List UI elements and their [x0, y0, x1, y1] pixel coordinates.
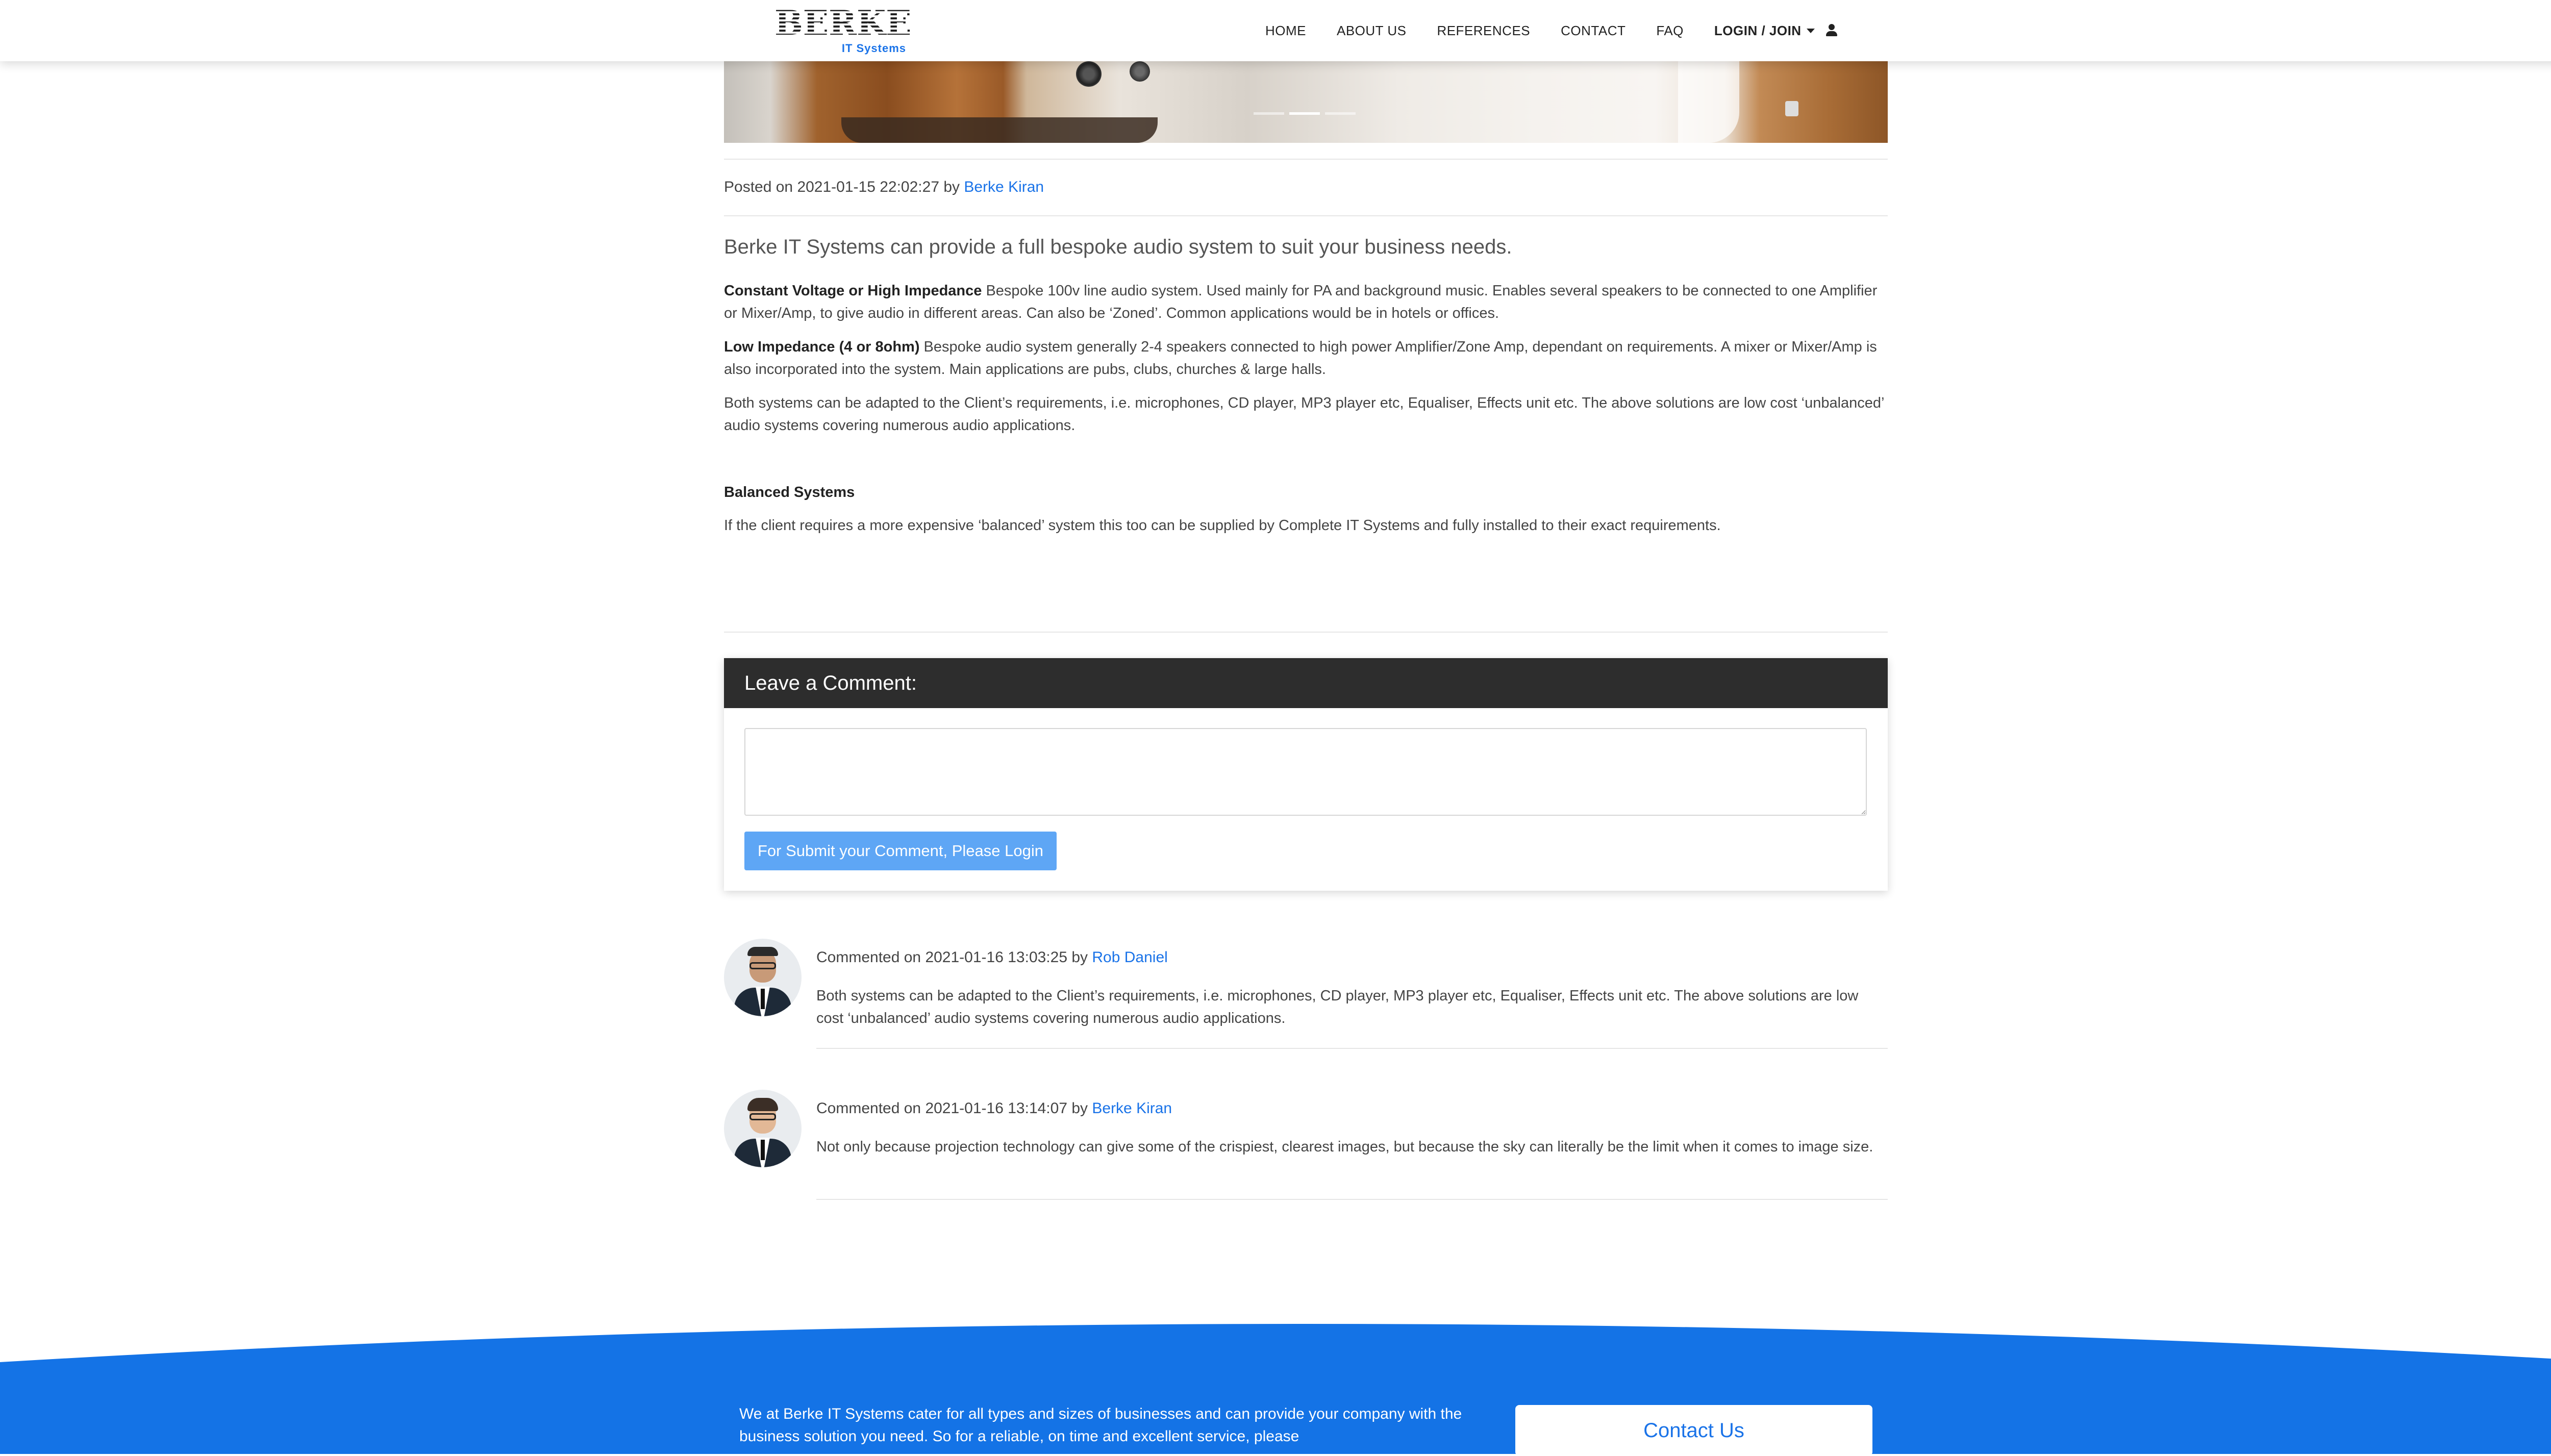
- post-banner-image: [724, 61, 1888, 143]
- banner-detail: [1785, 101, 1798, 116]
- carousel-indicator-1[interactable]: [1254, 112, 1284, 115]
- nav-about-us[interactable]: ABOUT US: [1337, 23, 1406, 39]
- logo-wordmark: BERKE: [774, 3, 912, 43]
- site-header: BERKE IT Systems HOME ABOUT US REFERENCE…: [0, 0, 2551, 61]
- post-author-link[interactable]: Berke Kiran: [964, 179, 1044, 195]
- logo-text: BERKE: [774, 3, 912, 43]
- comment-form-card: Leave a Comment: For Submit your Comment…: [724, 658, 1888, 891]
- caret-down-icon: [1806, 28, 1815, 33]
- comment-date: Commented on 2021-01-16 13:14:07 by: [816, 1100, 1088, 1117]
- contact-us-button[interactable]: Contact Us: [1515, 1405, 1872, 1456]
- carousel-indicator-3[interactable]: [1325, 112, 1356, 115]
- avatar: [724, 939, 802, 1016]
- speaker-base: [841, 117, 1158, 143]
- comment-text: Both systems can be adapted to the Clien…: [816, 988, 1859, 1026]
- paragraph-both-systems: Both systems can be adapted to the Clien…: [724, 395, 1884, 434]
- banner-highlight: [1678, 61, 1739, 143]
- comment-author-link[interactable]: Berke Kiran: [1092, 1100, 1172, 1117]
- heading-balanced-systems: Balanced Systems: [724, 481, 1888, 504]
- paragraph-constant-voltage: Constant Voltage or High Impedance Bespo…: [724, 280, 1888, 324]
- main-nav: HOME ABOUT US REFERENCES CONTACT FAQ LOG…: [1265, 0, 1838, 61]
- divider: [724, 632, 1888, 633]
- carousel-indicators: [1254, 112, 1356, 115]
- login-join-dropdown[interactable]: LOGIN / JOIN: [1714, 23, 1838, 39]
- comment-form-title: Leave a Comment:: [724, 658, 1888, 708]
- carousel-indicator-2[interactable]: [1289, 112, 1320, 115]
- speaker-knob: [1076, 61, 1102, 87]
- nav-faq[interactable]: FAQ: [1656, 23, 1684, 39]
- logo[interactable]: BERKE IT Systems: [774, 3, 912, 55]
- comment-item: Commented on 2021-01-16 13:14:07 by Berk…: [724, 1090, 1888, 1202]
- post-meta: Posted on 2021-01-15 22:02:27 by Berke K…: [724, 179, 1044, 196]
- paragraph-title: Balanced Systems: [724, 484, 855, 500]
- logo-subtitle: IT Systems: [841, 42, 906, 55]
- divider: [816, 1048, 1888, 1049]
- login-join-label: LOGIN / JOIN: [1714, 22, 1802, 38]
- submit-comment-button[interactable]: For Submit your Comment, Please Login: [744, 832, 1057, 870]
- paragraph-balanced-systems: If the client requires a more expensive …: [724, 517, 1721, 534]
- user-icon: [1825, 24, 1838, 37]
- paragraph-title: Constant Voltage or High Impedance: [724, 283, 982, 299]
- speaker-knob-small: [1130, 61, 1150, 82]
- comment-textarea[interactable]: [744, 728, 1867, 816]
- comment-author-link[interactable]: Rob Daniel: [1092, 949, 1167, 966]
- comment-meta: Commented on 2021-01-16 13:14:07 by Berk…: [816, 1100, 1172, 1117]
- comment-item: Commented on 2021-01-16 13:03:25 by Rob …: [724, 939, 1888, 1051]
- nav-home[interactable]: HOME: [1265, 23, 1306, 39]
- nav-contact[interactable]: CONTACT: [1561, 23, 1625, 39]
- avatar: [724, 1090, 802, 1167]
- comment-text: Not only because projection technology c…: [816, 1139, 1873, 1155]
- posted-on-text: Posted on 2021-01-15 22:02:27 by: [724, 179, 960, 195]
- footer-description: We at Berke IT Systems cater for all typ…: [739, 1405, 1462, 1445]
- divider: [724, 159, 1888, 160]
- post-lead: Berke IT Systems can provide a full besp…: [724, 236, 1512, 258]
- comment-date: Commented on 2021-01-16 13:03:25 by: [816, 949, 1088, 966]
- divider: [724, 215, 1888, 216]
- divider: [816, 1199, 1888, 1200]
- paragraph-low-impedance: Low Impedance (4 or 8ohm) Bespoke audio …: [724, 336, 1888, 381]
- nav-references[interactable]: REFERENCES: [1437, 23, 1530, 39]
- comment-meta: Commented on 2021-01-16 13:03:25 by Rob …: [816, 949, 1168, 966]
- paragraph-title: Low Impedance (4 or 8ohm): [724, 339, 920, 355]
